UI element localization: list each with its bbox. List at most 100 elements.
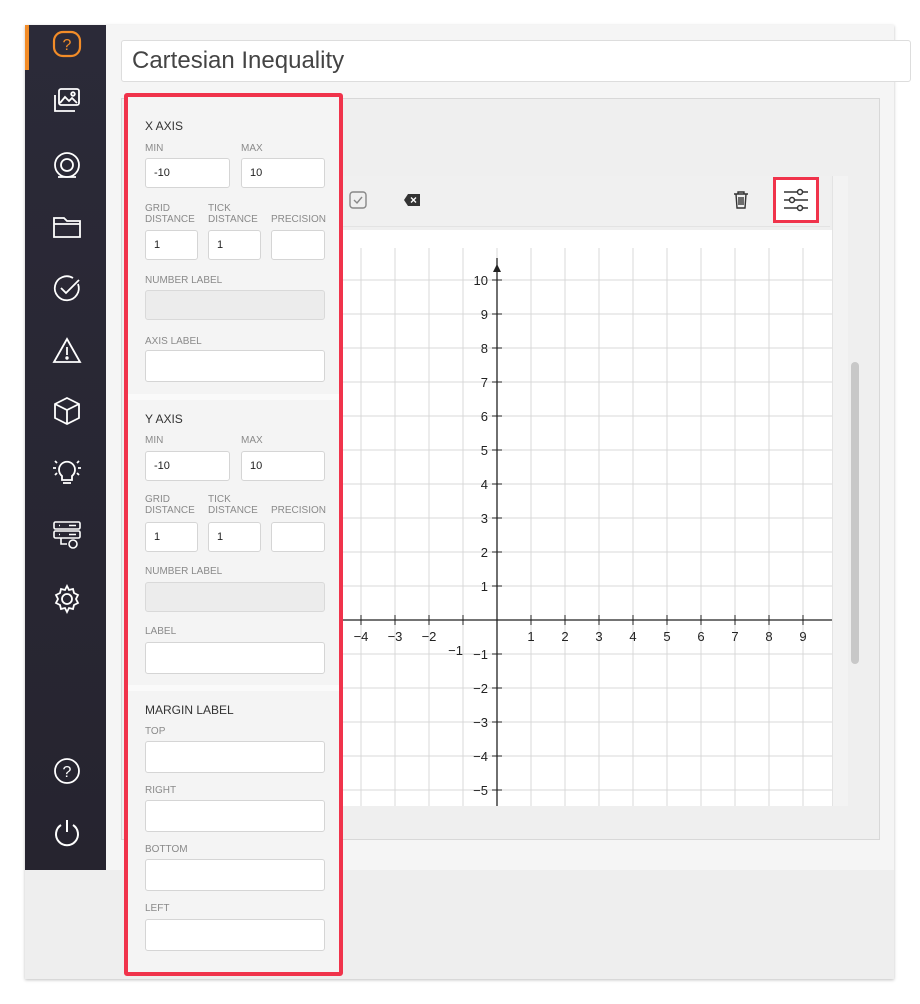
x-grid-distance-input[interactable]: 1 — [145, 230, 198, 260]
y-tick-label: −3 — [473, 715, 488, 730]
y-grid-distance-input[interactable]: 1 — [145, 522, 198, 552]
coordinate-plane[interactable]: −4 −3 −2 −1 1 2 3 4 5 6 7 8 9 10 9 8 7 6 5 4 3 2 1 −1 −2 −3 −4 −5 — [340, 230, 832, 806]
x-max-label: MAX — [241, 143, 263, 154]
cube-icon[interactable] — [49, 393, 85, 429]
settings-gear-icon[interactable] — [49, 581, 85, 617]
y-label-input[interactable] — [145, 642, 325, 674]
sidebar: ? ? — [25, 25, 106, 870]
y-tick-label: 1 — [481, 579, 488, 594]
y-tick-label: −5 — [473, 783, 488, 798]
help-circle-icon[interactable]: ? — [49, 753, 85, 789]
sliders-settings-icon — [784, 188, 808, 212]
delete-tag-icon[interactable] — [402, 190, 422, 210]
x-axis-section: X AXIS MIN MAX -10 10 GRID DISTANCE TICK… — [128, 97, 339, 397]
warning-triangle-icon[interactable] — [49, 333, 85, 369]
y-tick-label: 6 — [481, 409, 488, 424]
vertical-scrollbar-thumb[interactable] — [851, 362, 859, 664]
y-tick-label: −2 — [473, 681, 488, 696]
margin-right-input[interactable] — [145, 800, 325, 832]
x-number-label-label: NUMBER LABEL — [145, 275, 223, 286]
x-axis-label-label: AXIS LABEL — [145, 336, 202, 347]
y-tick-label: 8 — [481, 341, 488, 356]
axis-settings-panel: X AXIS MIN MAX -10 10 GRID DISTANCE TICK… — [124, 93, 343, 976]
x-tick-distance-input[interactable]: 1 — [208, 230, 261, 260]
active-indicator — [25, 25, 29, 70]
y-grid-label-2: DISTANCE — [145, 505, 195, 516]
y-axis-section: Y AXIS MIN MAX -10 10 GRID DISTANCE TICK… — [128, 400, 339, 687]
y-precision-input[interactable] — [271, 522, 325, 552]
x-tick-label: −4 — [354, 629, 369, 644]
x-tick-label: 7 — [731, 629, 738, 644]
x-max-input[interactable]: 10 — [241, 158, 325, 188]
target-icon[interactable] — [49, 147, 85, 183]
question-title-input[interactable]: Cartesian Inequality — [121, 40, 911, 82]
graph-toolbar — [340, 176, 830, 227]
x-tick-label: 3 — [595, 629, 602, 644]
x-precision-label: PRECISION — [271, 214, 327, 225]
x-precision-input[interactable] — [271, 230, 325, 260]
x-tick-label: 6 — [697, 629, 704, 644]
check-icon[interactable] — [348, 190, 368, 210]
y-number-label-label: NUMBER LABEL — [145, 566, 223, 577]
x-tick-label: 2 — [561, 629, 568, 644]
y-tick-label: 7 — [481, 375, 488, 390]
x-tick-label: −2 — [422, 629, 437, 644]
folder-icon[interactable] — [49, 209, 85, 245]
x-tick-label: −1 — [448, 643, 463, 658]
check-circle-icon[interactable] — [49, 270, 85, 306]
x-number-label-input[interactable] — [145, 290, 325, 320]
svg-text:?: ? — [63, 764, 72, 781]
x-grid-label-1: GRID — [145, 203, 170, 214]
margin-top-label: TOP — [145, 726, 166, 737]
graph-area[interactable]: −4 −3 −2 −1 1 2 3 4 5 6 7 8 9 10 9 8 7 6 5 4 3 2 1 −1 −2 −3 −4 −5 — [340, 230, 832, 806]
help-question-icon[interactable]: ? — [49, 27, 85, 63]
x-tick-label-2: DISTANCE — [208, 214, 258, 225]
y-tick-label: 2 — [481, 545, 488, 560]
y-tick-distance-input[interactable]: 1 — [208, 522, 261, 552]
x-axis-label-input[interactable] — [145, 350, 325, 382]
margin-label-section: MARGIN LABEL TOP RIGHT BOTTOM LEFT — [128, 691, 339, 972]
margin-label-title: MARGIN LABEL — [145, 703, 234, 717]
y-axis-title: Y AXIS — [145, 412, 183, 426]
x-tick-label: 8 — [765, 629, 772, 644]
margin-bottom-label: BOTTOM — [145, 844, 188, 855]
margin-left-label: LEFT — [145, 903, 170, 914]
y-min-label: MIN — [145, 435, 164, 446]
y-tick-label-1: TICK — [208, 494, 231, 505]
y-tick-label: 4 — [481, 477, 488, 492]
margin-left-input[interactable] — [145, 919, 325, 951]
y-max-label: MAX — [241, 435, 263, 446]
x-grid-label-2: DISTANCE — [145, 214, 195, 225]
y-max-input[interactable]: 10 — [241, 451, 325, 481]
x-tick-label: −3 — [388, 629, 403, 644]
margin-top-input[interactable] — [145, 741, 325, 773]
y-tick-label-2: DISTANCE — [208, 505, 258, 516]
y-precision-label: PRECISION — [271, 505, 327, 516]
x-tick-label: 4 — [629, 629, 636, 644]
x-tick-label: 5 — [663, 629, 670, 644]
y-label-label: LABEL — [145, 626, 177, 637]
server-settings-icon[interactable] — [49, 517, 85, 553]
x-tick-label: 9 — [799, 629, 806, 644]
vertical-scrollbar-track[interactable] — [832, 176, 848, 806]
y-tick-label: 3 — [481, 511, 488, 526]
x-min-input[interactable]: -10 — [145, 158, 230, 188]
margin-right-label: RIGHT — [145, 785, 177, 796]
y-min-input[interactable]: -10 — [145, 451, 230, 481]
x-tick-label-1: TICK — [208, 203, 231, 214]
y-tick-label: −4 — [473, 749, 488, 764]
graph-settings-button[interactable] — [773, 177, 819, 223]
lightbulb-icon[interactable] — [49, 455, 85, 491]
trash-icon[interactable] — [730, 188, 752, 212]
y-grid-label-1: GRID — [145, 494, 170, 505]
y-tick-label: 9 — [481, 307, 488, 322]
svg-text:?: ? — [63, 37, 72, 54]
y-number-label-input[interactable] — [145, 582, 325, 612]
y-tick-label: 5 — [481, 443, 488, 458]
y-tick-label: 10 — [474, 273, 488, 288]
x-min-label: MIN — [145, 143, 164, 154]
images-icon[interactable] — [49, 83, 85, 119]
margin-bottom-input[interactable] — [145, 859, 325, 891]
y-tick-label: −1 — [473, 647, 488, 662]
power-icon[interactable] — [49, 815, 85, 851]
